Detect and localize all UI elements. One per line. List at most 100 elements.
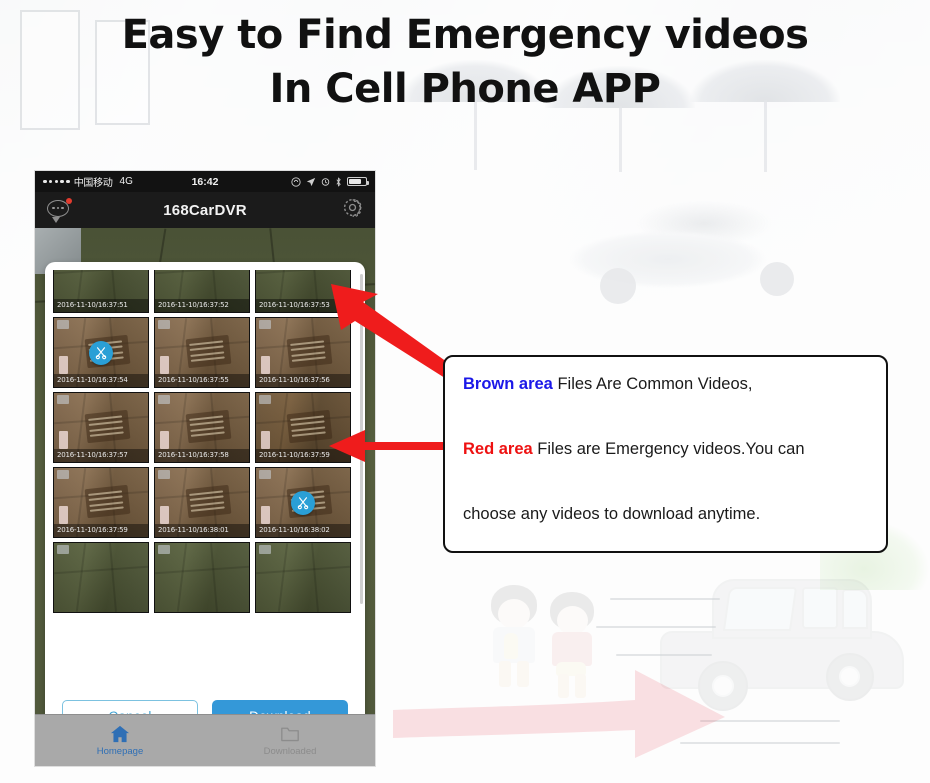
callout-line-1: Brown area Files Are Common Videos,: [463, 375, 870, 394]
scissors-icon[interactable]: [89, 340, 113, 365]
video-thumbnail[interactable]: [53, 542, 149, 613]
carrier-label: 中国移动: [73, 178, 113, 189]
chat-bubble-icon[interactable]: [47, 198, 72, 223]
notification-badge: [66, 198, 72, 204]
thumbnail-detail: [259, 320, 271, 329]
battery-icon: [347, 177, 369, 186]
video-thumbnail[interactable]: 2016-11-10/16:37:59: [53, 467, 149, 538]
video-thumbnail[interactable]: 2016-11-10/16:37:51: [53, 270, 149, 313]
thumbnail-timestamp: 2016-11-10/16:38:02: [256, 524, 350, 537]
home-icon: [111, 725, 129, 742]
thumbnail-detail: [158, 320, 170, 329]
status-bar-right: [291, 176, 369, 187]
thumbnail-detail: [159, 430, 170, 449]
bottom-tab-bar: Homepage Downloaded: [35, 714, 375, 766]
app-title: 168CarDVR: [163, 201, 247, 219]
thumbnail-detail: [155, 270, 249, 275]
annotation-callout: Brown area Files Are Common Videos, Red …: [443, 355, 888, 553]
thumbnail-detail: [185, 410, 232, 444]
video-thumbnail[interactable]: 2016-11-10/16:37:52: [154, 270, 250, 313]
thumbnail-detail: [57, 320, 69, 329]
thumbnail-timestamp: 2016-11-10/16:37:56: [256, 374, 350, 387]
thumbnail-detail: [278, 543, 289, 612]
app-bar: 168CarDVR: [35, 192, 375, 228]
gear-icon[interactable]: [342, 197, 363, 223]
callout-keyword-red: Red area: [463, 439, 533, 458]
signal-strength-icon: [43, 179, 70, 184]
thumbnail-detail: [185, 335, 232, 369]
bg-car-photo-shape: [530, 185, 830, 305]
video-thumbnail[interactable]: 2016-11-10/16:37:55: [154, 317, 250, 388]
thumbnail-detail: [260, 430, 271, 449]
callout-line-2: Red area Files are Emergency videos.You …: [463, 440, 870, 459]
video-thumbnail[interactable]: 2016-11-10/16:37:59: [255, 392, 351, 463]
thumbnail-detail: [256, 565, 350, 575]
thumbnail-timestamp: 2016-11-10/16:37:55: [155, 374, 249, 387]
thumbnail-detail: [57, 545, 69, 554]
video-thumbnail[interactable]: 2016-11-10/16:37:58: [154, 392, 250, 463]
callout-line-3: choose any videos to download anytime.: [463, 504, 761, 523]
vertical-scrollbar[interactable]: [360, 274, 363, 604]
thumbnail-detail: [159, 355, 170, 374]
thumbnail-detail: [259, 395, 271, 404]
thumbnail-detail: [177, 543, 188, 612]
scissors-icon[interactable]: [291, 490, 315, 515]
video-thumbnail[interactable]: 2016-11-10/16:37:57: [53, 392, 149, 463]
thumbnail-detail: [158, 545, 170, 554]
callout-line-2-rest: Files are Emergency videos.You can: [532, 439, 805, 458]
thumbnail-scroll-area[interactable]: 2016-11-10/16:37:51 2016-11-10/16:37:52 20…: [45, 270, 365, 670]
alarm-clock-icon: [321, 178, 330, 186]
tab-homepage-label: Homepage: [96, 745, 144, 757]
video-thumbnail[interactable]: 2016-11-10/16:37:53: [255, 270, 351, 313]
thumbnail-image: [155, 543, 249, 612]
thumbnail-detail: [158, 395, 170, 404]
thumbnail-detail: [260, 355, 271, 374]
headline-line-1: Easy to Find Emergency videos: [121, 12, 809, 58]
bluetooth-icon: [336, 176, 341, 187]
tab-downloaded[interactable]: Downloaded: [205, 715, 375, 766]
folder-icon: [281, 727, 299, 741]
thumbnail-timestamp: 2016-11-10/16:38:01: [155, 524, 249, 537]
thumbnail-detail: [57, 395, 69, 404]
thumbnail-detail: [311, 543, 320, 612]
bg-cartoon-car: [650, 565, 920, 745]
video-thumbnail[interactable]: 2016-11-10/16:37:54: [53, 317, 149, 388]
thumbnail-detail: [259, 470, 271, 479]
tab-downloaded-label: Downloaded: [263, 745, 317, 757]
thumbnail-detail: [84, 485, 131, 519]
headline-line-2: In Cell Phone APP: [269, 66, 661, 112]
video-thumbnail[interactable]: [154, 542, 250, 613]
status-bar-left: 中国移动 4G: [43, 174, 133, 189]
location-arrow-icon: [306, 177, 316, 186]
tab-homepage[interactable]: Homepage: [35, 715, 205, 766]
video-thumbnail[interactable]: 2016-11-10/16:38:02: [255, 467, 351, 538]
thumbnail-grid: 2016-11-10/16:37:51 2016-11-10/16:37:52 20…: [53, 270, 351, 613]
thumbnail-detail: [84, 410, 131, 444]
thumbnail-timestamp: 2016-11-10/16:37:59: [256, 449, 350, 462]
thumbnail-detail: [58, 355, 69, 374]
thumbnail-detail: [185, 485, 232, 519]
callout-line-1-rest: Files Are Common Videos,: [552, 375, 753, 393]
callout-keyword-brown: Brown area: [463, 375, 553, 393]
thumbnail-detail: [159, 505, 170, 524]
network-type-label: 4G: [119, 176, 133, 187]
thumbnail-timestamp: 2016-11-10/16:37:59: [54, 524, 148, 537]
thumbnail-detail: [58, 430, 69, 449]
rotation-lock-icon: [291, 176, 301, 187]
page-headline: Easy to Find Emergency videos In Cell Ph…: [0, 8, 930, 116]
video-thumbnail[interactable]: 2016-11-10/16:38:01: [154, 467, 250, 538]
status-bar: 中国移动 4G 16:42: [35, 171, 375, 192]
thumbnail-timestamp: 2016-11-10/16:37:54: [54, 374, 148, 387]
thumbnail-detail: [260, 505, 271, 524]
thumbnail-detail: [286, 335, 333, 369]
bg-wheel-shape: [760, 262, 794, 296]
thumbnail-image: [256, 543, 350, 612]
thumbnail-timestamp: 2016-11-10/16:37:52: [155, 299, 249, 312]
thumbnail-detail: [259, 545, 271, 554]
bg-cartoon-child: [487, 585, 557, 705]
video-thumbnail[interactable]: 2016-11-10/16:37:56: [255, 317, 351, 388]
bg-cartoon-child: [548, 592, 612, 706]
thumbnail-detail: [256, 270, 350, 275]
thumbnail-detail: [54, 270, 148, 275]
video-thumbnail[interactable]: [255, 542, 351, 613]
